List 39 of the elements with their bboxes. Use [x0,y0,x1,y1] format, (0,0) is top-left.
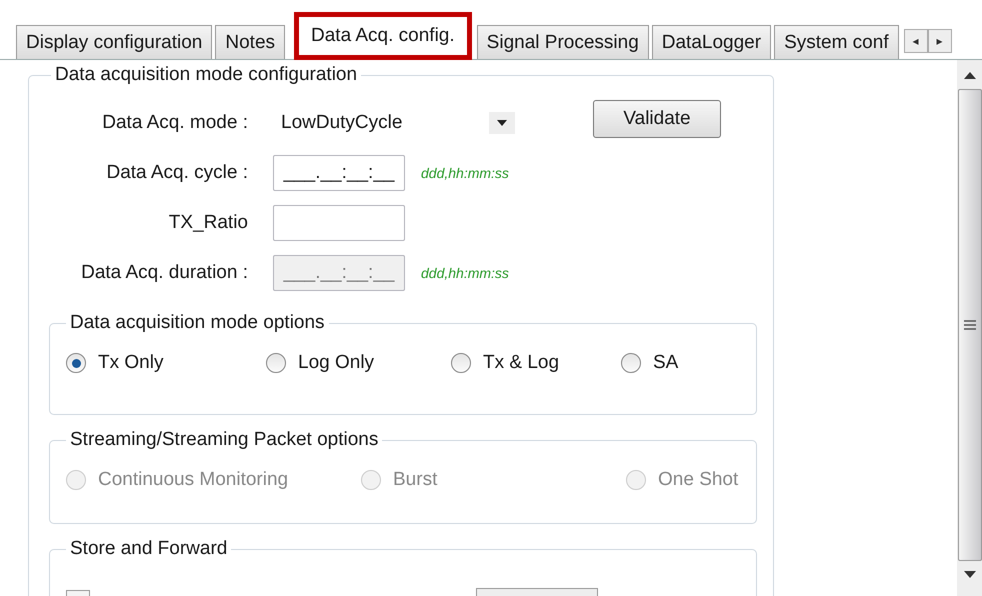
format-hint: ddd,hh:mm:ss [421,165,509,181]
group-title: Streaming/Streaming Packet options [69,429,380,451]
input-field[interactable]: ___.__:__:__ [273,155,405,191]
radio-label: SA [653,352,678,374]
field-label: TX_Ratio [168,212,249,234]
format-hint: ddd,hh:mm:ss [421,265,509,281]
radio-label: Continuous Monitoring [98,469,288,491]
scroll-up-icon[interactable] [964,72,976,79]
validate-button[interactable]: Validate [593,100,721,138]
field-label: Data Acq. duration : [80,262,249,284]
radio-label: Tx Only [98,352,164,374]
tab[interactable]: DataLogger [652,25,772,59]
group-title: Store and Forward [69,538,228,560]
radio-button[interactable] [621,353,641,373]
tab[interactable]: Notes [215,25,286,59]
mode-dropdown[interactable]: LowDutyCycle [273,112,521,134]
caret-icon [489,112,515,134]
input-field[interactable] [273,205,405,241]
tab[interactable]: Data Acq. config. [294,12,472,60]
tab[interactable]: Signal Processing [476,25,649,59]
scroll-down-icon[interactable] [964,571,976,578]
vertical-scrollbar[interactable] [957,60,982,596]
group-title: Data acquisition mode configuration [54,64,358,86]
radio-label: Log Only [298,352,374,374]
grip-icon [964,320,976,330]
radio-label: Burst [393,469,438,491]
radio-button[interactable] [66,353,86,373]
field-label: Data Acq. cycle : [105,162,249,184]
radio-button[interactable] [266,353,286,373]
radio-label: Tx & Log [483,352,560,374]
tab[interactable]: Display configuration [16,25,212,59]
tab[interactable]: System conf [774,25,899,59]
field-label: Data Acq. mode : [101,112,249,134]
scroll-right-button[interactable]: ▸ [928,29,952,53]
radio-button[interactable] [451,353,471,373]
scroll-left-button[interactable]: ◂ [904,29,928,53]
scroll-thumb[interactable] [958,89,982,561]
group-title: Data acquisition mode options [69,312,326,334]
radio-label: One Shot [658,469,738,491]
